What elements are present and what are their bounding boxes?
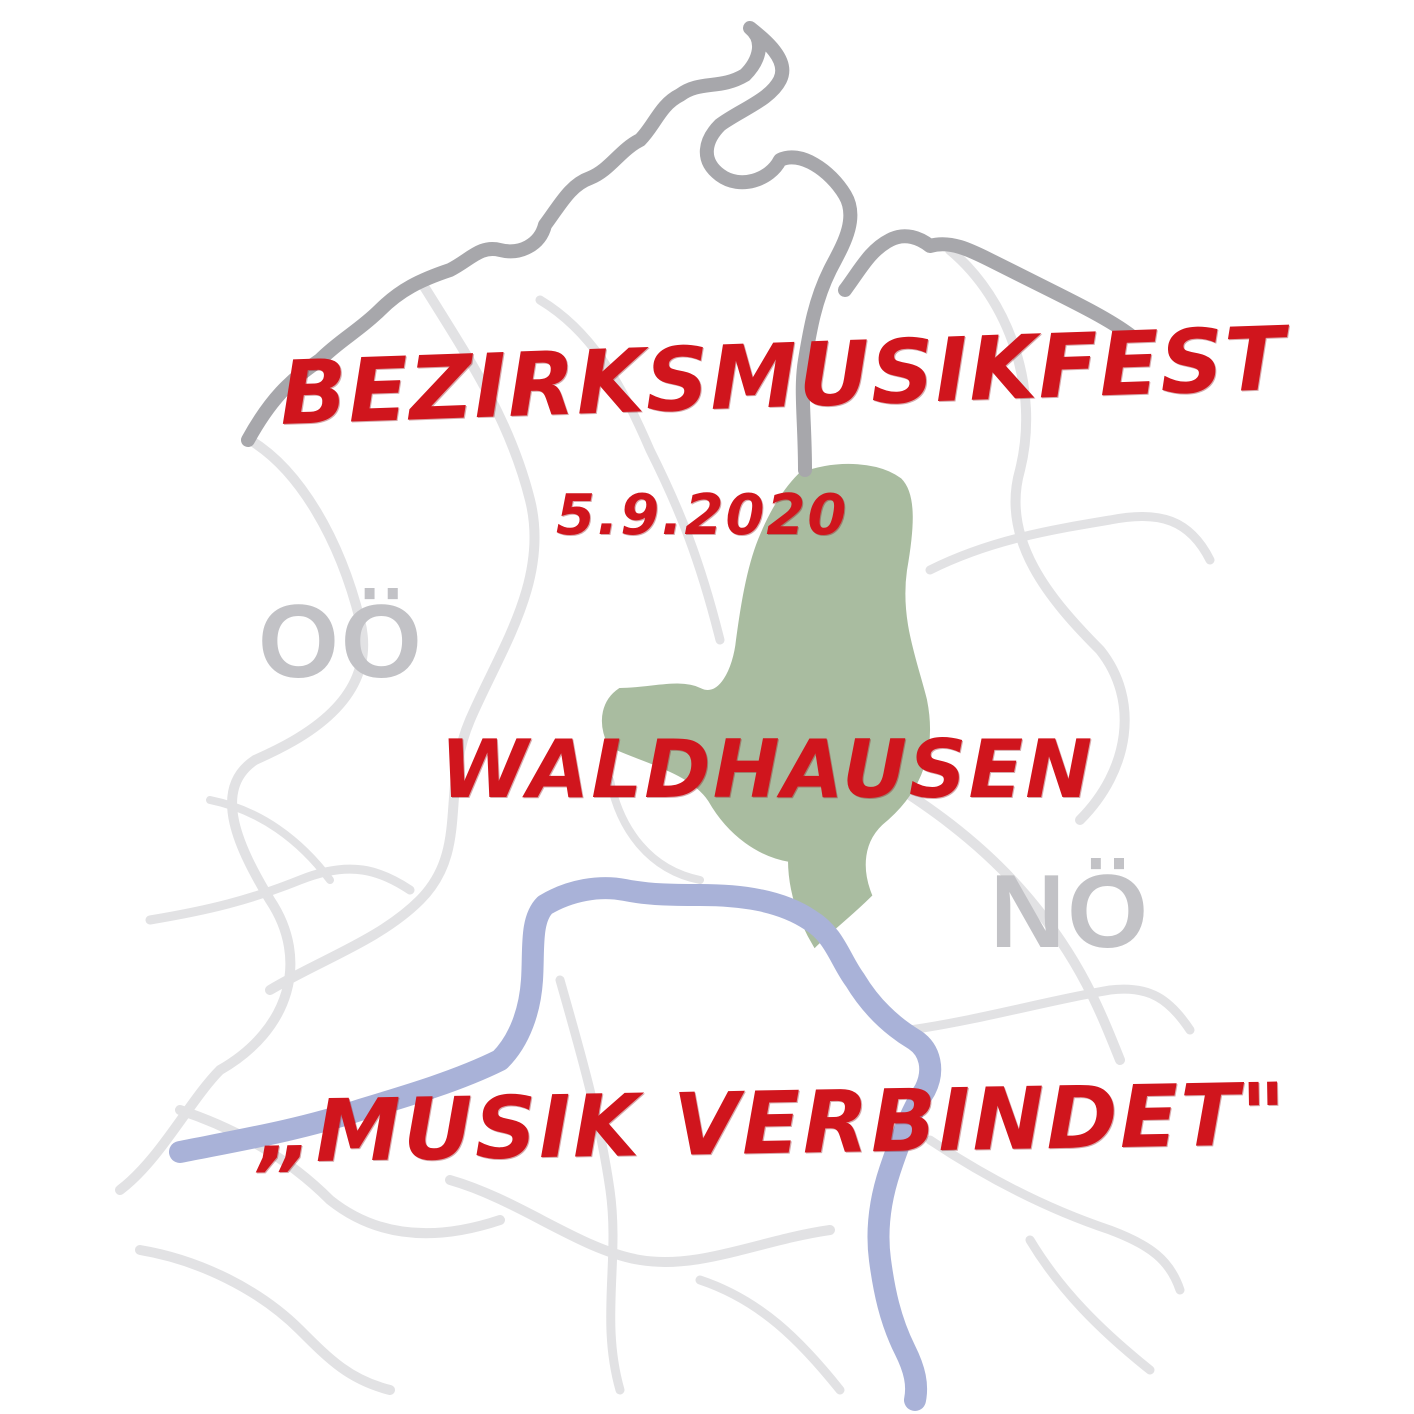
poster: OÖ NÖ Bezirksmusikfest 5.9.2020 Waldhaus… bbox=[0, 0, 1414, 1414]
event-motto: „Musik verbindet" bbox=[257, 1065, 1289, 1183]
event-date: 5.9.2020 bbox=[556, 483, 849, 548]
region-label-noe: NÖ bbox=[990, 854, 1150, 970]
region-label-ooe: OÖ bbox=[258, 584, 424, 700]
event-place: Waldhausen bbox=[440, 723, 1095, 816]
map bbox=[115, 21, 1215, 1411]
